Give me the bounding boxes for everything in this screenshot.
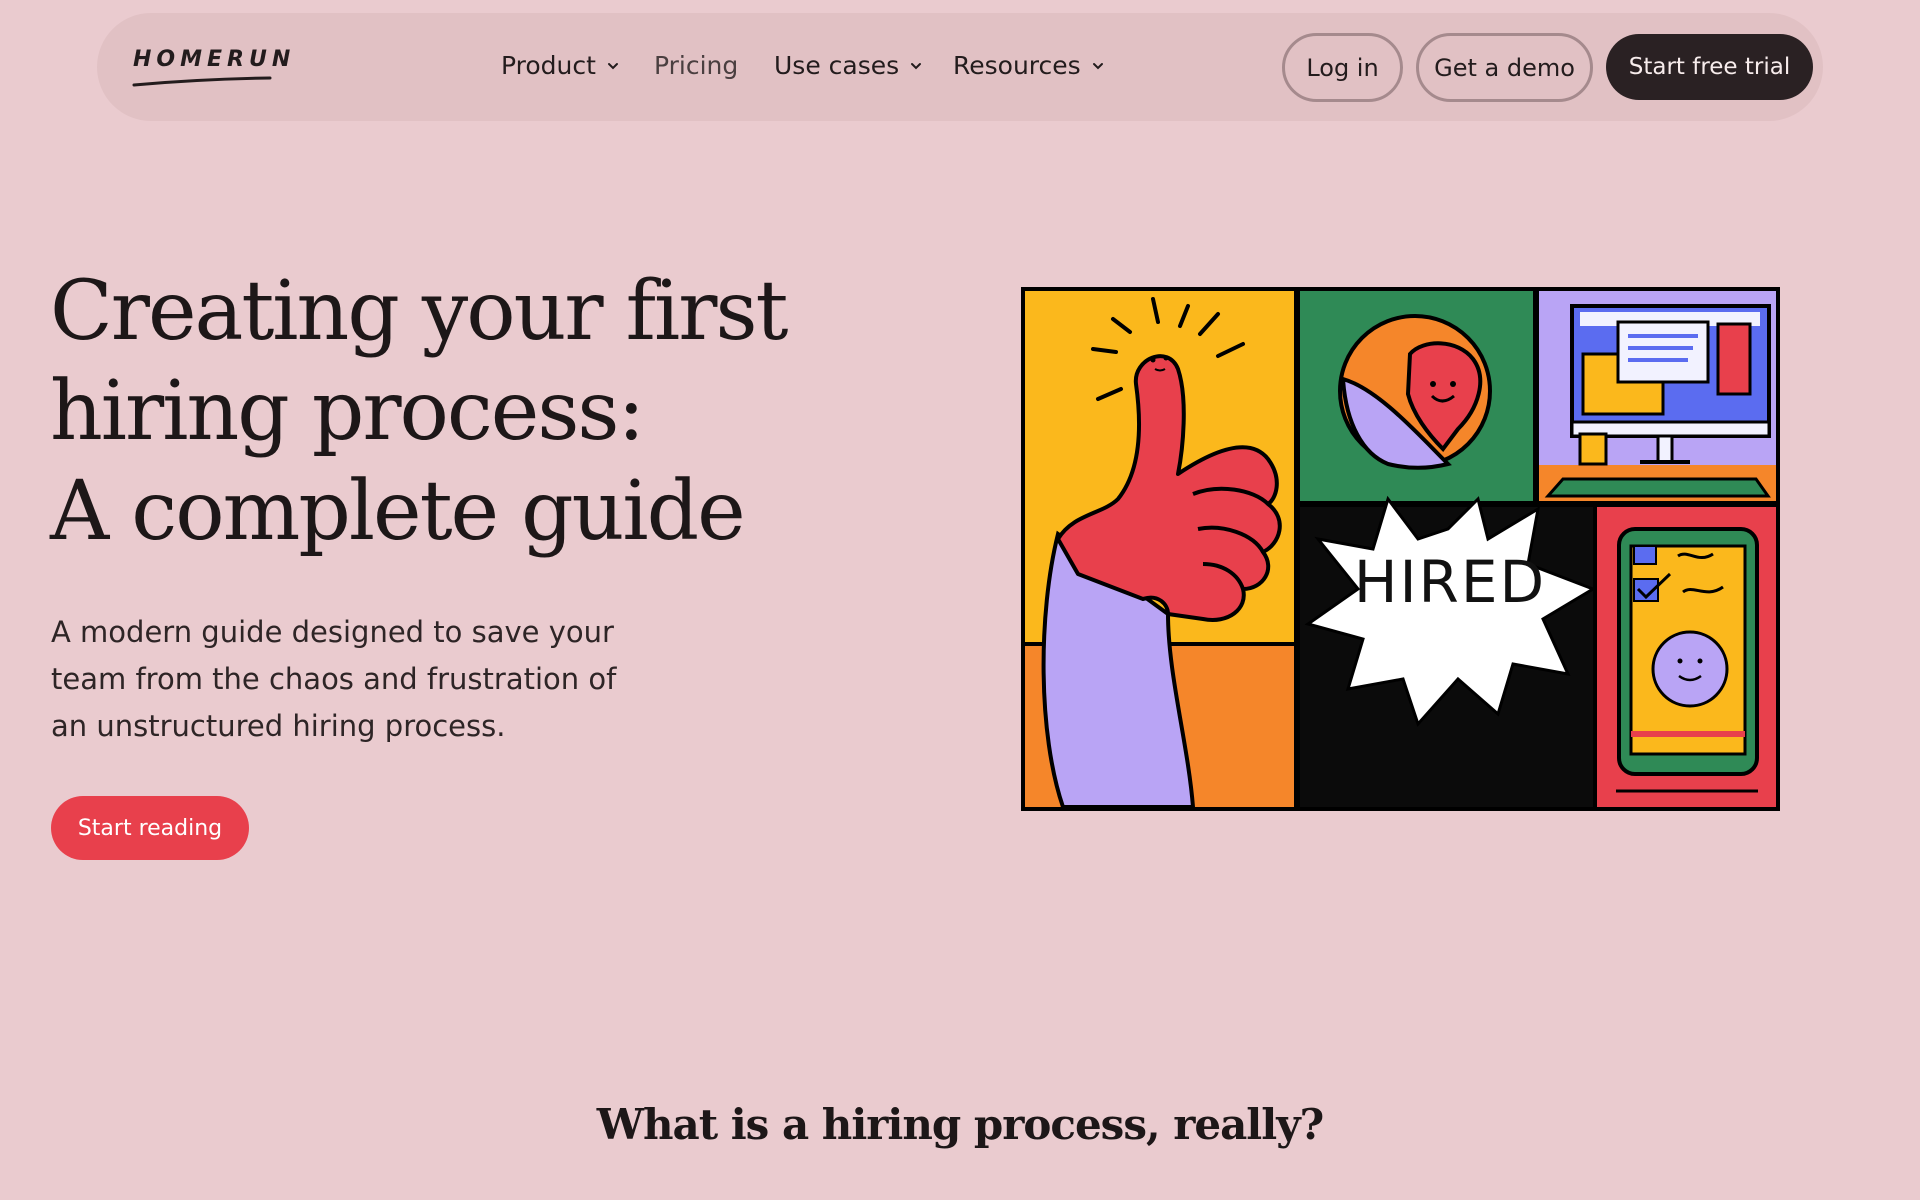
nav-item-label: Product <box>501 51 596 80</box>
chevron-down-icon <box>1092 62 1103 69</box>
chevron-down-icon <box>607 62 618 69</box>
hired-text: HIRED <box>1354 548 1546 616</box>
section-heading: What is a hiring process, really? <box>596 1100 1324 1149</box>
title-line: A complete guide <box>50 464 746 559</box>
subtitle-line: an unstructured hiring process. <box>51 709 506 743</box>
phone-checklist-icon <box>1616 527 1759 793</box>
title-line: hiring process: <box>50 364 645 459</box>
nav-item-use-cases[interactable]: Use cases <box>774 51 923 80</box>
smiling-face-icon <box>1338 314 1492 470</box>
subtitle-line: A modern guide designed to save your <box>51 615 614 649</box>
get-demo-button[interactable]: Get a demo <box>1416 33 1593 102</box>
login-button[interactable]: Log in <box>1282 33 1403 102</box>
subtitle-line: team from the chaos and frustration of <box>51 662 617 696</box>
hero-illustration: HIRED <box>1021 287 1780 811</box>
start-reading-button[interactable]: Start reading <box>51 796 249 860</box>
nav-item-label: Pricing <box>654 51 739 80</box>
start-free-trial-button[interactable]: Start free trial <box>1606 34 1813 100</box>
hero-subtitle: A modern guide designed to save your tea… <box>51 609 671 750</box>
nav-item-label: Use cases <box>774 51 900 80</box>
nav-item-pricing[interactable]: Pricing <box>654 51 738 80</box>
chevron-down-icon <box>911 62 922 69</box>
page-title: Creating your first hiring process: A co… <box>50 262 810 562</box>
nav-item-resources[interactable]: Resources <box>953 51 1105 80</box>
nav-item-label: Resources <box>953 51 1081 80</box>
nav-item-product[interactable]: Product <box>501 51 620 80</box>
top-navigation-bar: HOMERUN Product Pricing Use cases Resour… <box>97 13 1823 121</box>
title-line: Creating your first <box>50 264 788 359</box>
